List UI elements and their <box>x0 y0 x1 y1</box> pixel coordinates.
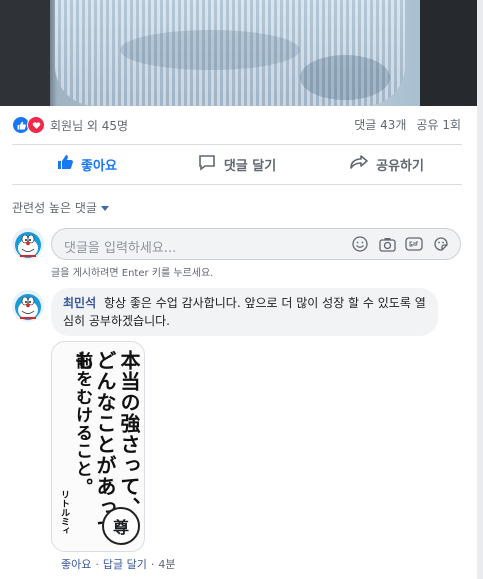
comment-author-avatar[interactable] <box>12 290 44 322</box>
comment-label: 댓글 달기 <box>223 158 277 174</box>
comment-meta: 좋아요 · 답글 달기 · 4분 <box>61 556 176 572</box>
shares-count[interactable]: 공유 1회 <box>416 116 461 133</box>
comment-input[interactable]: 댓글을 입력하세요... <box>51 228 461 260</box>
post-photo[interactable] <box>0 0 477 106</box>
caret-down-icon <box>100 206 109 211</box>
comment-input-placeholder: 댓글을 입력하세요... <box>64 241 177 256</box>
comment-author-name[interactable]: 최민석 <box>63 296 96 310</box>
post-action-bar: 좋아요 댓글 달기 공유하기 <box>12 146 462 182</box>
comment-text: 항상 좋은 수업 감사합니다. 앞으로 더 많이 성장 할 수 있도록 열심히 … <box>63 296 426 328</box>
comment-like-link[interactable]: 좋아요 <box>61 556 91 572</box>
sort-label: 관련성 높은 댓글 <box>12 201 97 215</box>
comment-icon <box>198 154 216 175</box>
sticker-icon[interactable] <box>432 235 450 253</box>
divider <box>12 184 462 185</box>
reactions-summary[interactable]: 회원님 외 45명 <box>12 116 128 134</box>
reactions-text: 회원님 외 45명 <box>50 118 129 133</box>
comment-reply-link[interactable]: 답글 달기 <box>103 556 147 572</box>
post-stats: 댓글 43개 공유 1회 <box>354 116 461 133</box>
comments-count[interactable]: 댓글 43개 <box>354 116 406 133</box>
gif-icon[interactable] <box>405 235 423 253</box>
page-background <box>477 0 483 579</box>
sticker-line: 本当の強さって、 <box>117 350 141 518</box>
sticker-line: 前をむけること。 <box>72 352 92 496</box>
love-reaction-icon <box>27 116 45 134</box>
sticker-seal: 尊 <box>102 507 140 545</box>
comment-bubble: 최민석 항상 좋은 수업 감사합니다. 앞으로 더 많이 성장 할 수 있도록 … <box>51 288 438 336</box>
divider <box>12 144 462 145</box>
input-hint: 글을 게시하려면 Enter 키를 누르세요. <box>51 268 214 279</box>
post-card: 회원님 외 45명 댓글 43개 공유 1회 좋아요 댓글 달기 공유하기 관련… <box>0 0 477 579</box>
like-label: 좋아요 <box>81 158 117 174</box>
comment-timestamp[interactable]: 4분 <box>158 556 175 572</box>
share-icon <box>350 154 368 174</box>
sticker-signature: リトルミィ <box>59 490 69 535</box>
comment-sort-dropdown[interactable]: 관련성 높은 댓글 <box>12 199 109 216</box>
like-button[interactable]: 좋아요 <box>12 146 162 182</box>
doraemon-avatar[interactable] <box>12 228 44 260</box>
input-icons <box>351 235 450 253</box>
camera-icon[interactable] <box>378 235 396 253</box>
thumbs-up-icon <box>57 154 74 174</box>
comment-sticker-image[interactable]: 本当の強さって、 どんなことがあっても 前をむけること。 リトルミィ 尊 <box>51 341 145 552</box>
share-label: 공유하기 <box>376 158 424 174</box>
comment-button[interactable]: 댓글 달기 <box>162 146 312 182</box>
share-button[interactable]: 공유하기 <box>312 146 462 182</box>
emoji-icon[interactable] <box>351 235 369 253</box>
